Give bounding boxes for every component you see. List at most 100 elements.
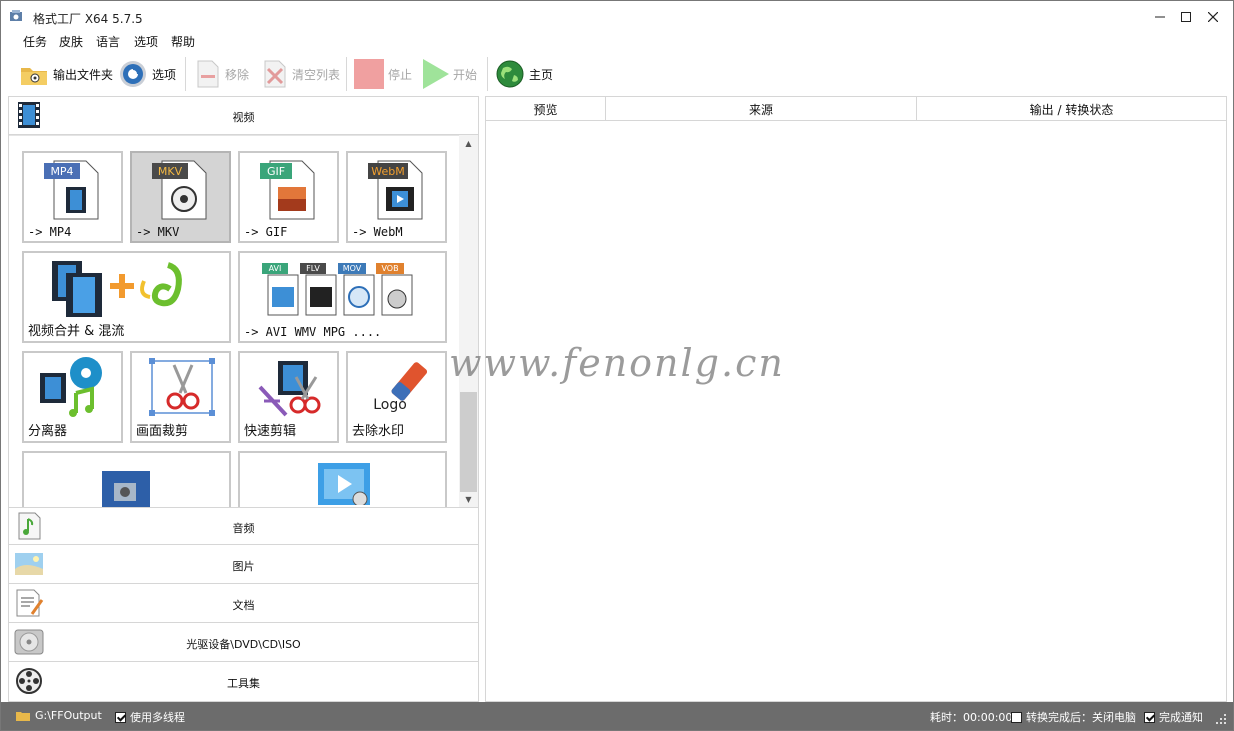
- close-button[interactable]: [1198, 5, 1228, 29]
- tile-to-mkv-label: -> MKV: [136, 225, 180, 239]
- crop-scissors-icon: [149, 358, 215, 416]
- video-tools-grid: MP4 -> MP4 MKV -> MKV GIF -> GIF WebM ->…: [9, 135, 478, 507]
- home-label: 主页: [529, 67, 554, 82]
- home-button[interactable]: 主页: [495, 57, 553, 91]
- quick-clip-icon: [258, 361, 321, 417]
- clear-list-label: 清空列表: [292, 67, 341, 82]
- tile-to-other-formats-label: -> AVI WMV MPG ....: [244, 325, 382, 339]
- stop-button[interactable]: 停止: [354, 57, 412, 91]
- tile-to-mp4-label: -> MP4: [28, 225, 72, 239]
- column-source[interactable]: 来源: [606, 97, 917, 121]
- screen-record-icon: [102, 471, 150, 507]
- output-path[interactable]: G:\FFOutput: [15, 709, 102, 722]
- start-button[interactable]: 开始: [421, 57, 477, 91]
- menu-bar: 任务 皮肤 语言 选项 帮助: [1, 31, 1233, 51]
- toolbar: 输出文件夹 选项 移除 清空列表 停止 开始 主页: [1, 53, 1233, 93]
- notify-label: 完成通知: [1159, 711, 1203, 724]
- globe-home-icon: [496, 60, 524, 88]
- elapsed-time-label: 耗时：00:00:00: [930, 711, 1013, 724]
- maximize-button[interactable]: [1171, 5, 1201, 29]
- category-disc[interactable]: 光驱设备\DVD\CD\ISO: [9, 624, 478, 662]
- toolbar-separator: [487, 57, 488, 91]
- tile-to-gif-label: -> GIF: [244, 225, 288, 239]
- svg-text:WebM: WebM: [371, 165, 404, 178]
- output-folder-label: 输出文件夹: [53, 67, 114, 82]
- app-icon: [10, 10, 22, 21]
- column-preview[interactable]: 预览: [486, 97, 606, 121]
- tile-to-webm-label: -> WebM: [352, 225, 403, 239]
- tile-to-mkv[interactable]: MKV -> MKV: [130, 151, 231, 243]
- options-gear-icon: [120, 61, 146, 87]
- multithread-checkbox[interactable]: 使用多线程: [115, 709, 185, 725]
- column-output-status-label: 输出 / 转换状态: [1029, 102, 1114, 117]
- menu-help[interactable]: 帮助: [171, 33, 195, 50]
- output-folder-button[interactable]: 输出文件夹: [19, 57, 113, 91]
- task-list[interactable]: 预览 来源 输出 / 转换状态: [485, 96, 1227, 702]
- menu-skin[interactable]: 皮肤: [59, 33, 83, 50]
- badge-vob: VOB: [381, 264, 398, 273]
- play-icon: [423, 59, 449, 89]
- shutdown-label: 转换完成后：关闭电脑: [1026, 711, 1136, 724]
- column-output-status[interactable]: 输出 / 转换状态: [917, 97, 1226, 121]
- tile-remove-watermark[interactable]: Logo 去除水印: [346, 351, 447, 443]
- badge-avi: AVI: [269, 264, 282, 273]
- badge-mov: MOV: [343, 264, 362, 273]
- toolbar-separator: [185, 57, 186, 91]
- svg-text:MKV: MKV: [158, 165, 183, 178]
- tile-to-webm[interactable]: WebM -> WebM: [346, 151, 447, 243]
- menu-language[interactable]: 语言: [96, 33, 120, 50]
- tile-video-merge-label: 视频合并 & 混流: [28, 324, 125, 339]
- tile-to-gif[interactable]: GIF -> GIF: [238, 151, 339, 243]
- multi-format-icon: AVI FLV MOV VOB: [262, 263, 413, 316]
- mkv-file-icon: MKV: [152, 160, 207, 220]
- gif-file-icon: GIF: [260, 160, 315, 220]
- mp4-file-icon: MP4: [44, 160, 99, 220]
- tile-splitter[interactable]: 分离器: [22, 351, 123, 443]
- category-image[interactable]: 图片: [9, 546, 478, 584]
- tile-crop-label: 画面裁剪: [136, 424, 189, 439]
- scroll-up-arrow-icon[interactable]: ▲: [459, 135, 478, 151]
- scroll-down-arrow-icon[interactable]: ▼: [459, 491, 478, 507]
- badge-flv: FLV: [306, 264, 320, 273]
- notify-checkbox[interactable]: 完成通知: [1144, 709, 1203, 725]
- multithread-check[interactable]: [115, 711, 126, 723]
- tile-crop[interactable]: 画面裁剪: [130, 351, 231, 443]
- tile-screen-record[interactable]: [22, 451, 231, 507]
- column-preview-label: 预览: [533, 102, 558, 117]
- options-label: 选项: [152, 67, 177, 82]
- category-video[interactable]: 视频: [9, 97, 478, 135]
- category-tools[interactable]: 工具集: [9, 663, 478, 701]
- notify-check[interactable]: [1144, 711, 1155, 723]
- tile-remove-watermark-label: 去除水印: [352, 424, 405, 439]
- scroll-thumb[interactable]: [460, 392, 477, 492]
- svg-text:MP4: MP4: [50, 165, 73, 178]
- title-bar: 格式工厂 X64 5.7.5: [1, 1, 1233, 31]
- tile-video-player[interactable]: [238, 451, 447, 507]
- toolbar-separator: [346, 57, 347, 91]
- tools-scrollbar[interactable]: ▲ ▼: [459, 135, 478, 507]
- menu-task[interactable]: 任务: [23, 33, 47, 50]
- tile-to-other-formats[interactable]: AVI FLV MOV VOB -> AVI WMV MPG ....: [238, 251, 447, 343]
- shutdown-check[interactable]: [1011, 711, 1022, 723]
- options-button[interactable]: 选项: [118, 57, 176, 91]
- resize-grip-icon[interactable]: [1216, 714, 1226, 724]
- category-disc-label: 光驱设备\DVD\CD\ISO: [186, 638, 301, 651]
- start-label: 开始: [453, 67, 478, 82]
- category-audio[interactable]: 音频: [9, 507, 478, 545]
- tile-splitter-label: 分离器: [28, 424, 68, 439]
- video-player-icon: [318, 463, 370, 505]
- shutdown-checkbox[interactable]: 转换完成后：关闭电脑: [1011, 709, 1136, 725]
- svg-text:GIF: GIF: [267, 165, 285, 178]
- tile-to-mp4[interactable]: MP4 -> MP4: [22, 151, 123, 243]
- tile-quick-clip[interactable]: 快速剪辑: [238, 351, 339, 443]
- merge-icon: [52, 261, 182, 317]
- elapsed-time: 耗时：00:00:00: [930, 709, 1012, 725]
- remove-button[interactable]: 移除: [195, 57, 249, 91]
- remove-doc-icon: [197, 60, 219, 88]
- menu-options[interactable]: 选项: [134, 33, 158, 50]
- logo-text: Logo: [373, 397, 407, 413]
- category-document[interactable]: 文档: [9, 585, 478, 623]
- clear-list-button[interactable]: 清空列表: [262, 57, 340, 91]
- tile-video-merge[interactable]: 视频合并 & 混流: [22, 251, 231, 343]
- multithread-label: 使用多线程: [130, 711, 185, 724]
